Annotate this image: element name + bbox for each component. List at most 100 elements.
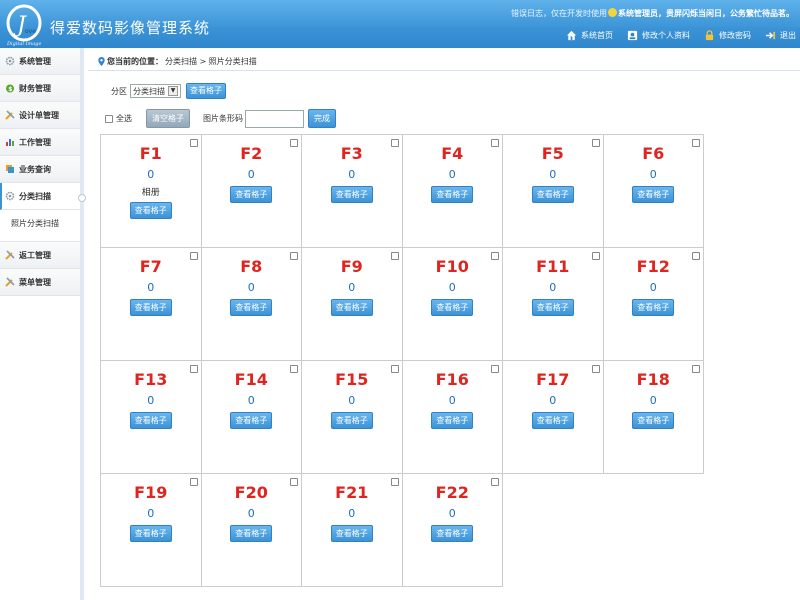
- sidebar-item-scan[interactable]: 分类扫描: [0, 183, 80, 210]
- view-cell-button[interactable]: 查看格子: [531, 186, 574, 203]
- partition-select[interactable]: 分类扫描 ▼: [130, 84, 181, 98]
- cell-count: 0: [348, 507, 356, 520]
- view-cell-button[interactable]: 查看格子: [431, 186, 474, 203]
- sidebar-item-design[interactable]: 设计单管理: [0, 102, 80, 129]
- smile-icon: [608, 8, 617, 17]
- cell-name: F11: [536, 257, 570, 276]
- sidebar-item-label: 设计单管理: [19, 110, 59, 120]
- sidebar-item-finance[interactable]: $ 财务管理: [0, 75, 80, 102]
- main-content: 您当前的位置： 分类扫描 > 照片分类扫描 分区 分类扫描 ▼ 查看格子 全选 …: [88, 48, 800, 600]
- cell-count: 0: [448, 394, 456, 407]
- grid-cell: F20 0 查看格子: [201, 474, 302, 587]
- sidebar-item-label: 菜单管理: [19, 277, 51, 287]
- view-cell-button[interactable]: 查看格子: [330, 412, 373, 429]
- barcode-input[interactable]: [245, 109, 304, 128]
- grid-cell: F14 0 查看格子: [201, 361, 302, 474]
- profile-link[interactable]: 修改个人资料: [627, 30, 690, 41]
- view-cell-button[interactable]: 查看格子: [330, 525, 373, 542]
- cell-count: 0: [549, 281, 557, 294]
- view-cell-button[interactable]: 查看格子: [531, 299, 574, 316]
- view-cell-button[interactable]: 查看格子: [230, 299, 273, 316]
- view-cell-button[interactable]: 查看格子: [230, 525, 273, 542]
- welcome-text: 错误日志，仅在开发时使用 系统管理员，贵屏闪烁当闲日，公务繁忙待品茗。: [511, 8, 794, 19]
- select-all-checkbox[interactable]: [105, 114, 113, 123]
- grid-cell: F2 0 查看格子: [201, 135, 302, 248]
- cell-name: F22: [435, 483, 469, 502]
- cell-count: 0: [247, 394, 255, 407]
- cell-name: F21: [335, 483, 369, 502]
- view-partition-button[interactable]: 查看格子: [186, 83, 226, 99]
- cell-name: F13: [134, 370, 168, 389]
- cell-name: F16: [435, 370, 469, 389]
- tools-icon: [5, 250, 15, 260]
- welcome-user: 系统管理员，贵屏闪烁当闲日，公务繁忙待品茗。: [618, 9, 794, 18]
- cell-count: 0: [147, 394, 155, 407]
- sidebar-item-query[interactable]: 业务查询: [0, 156, 80, 183]
- svg-text:Digital Image: Digital Image: [6, 41, 41, 47]
- view-cell-button[interactable]: 查看格子: [632, 299, 675, 316]
- cell-count: 0: [348, 168, 356, 181]
- barcode-label: 图片条形码: [203, 114, 243, 123]
- cell-count: 0: [348, 281, 356, 294]
- cell-count: 0: [448, 507, 456, 520]
- logout-link[interactable]: 退出: [765, 30, 796, 41]
- sidebar-item-menu[interactable]: 菜单管理: [0, 269, 80, 296]
- grid-cell: F22 0 查看格子: [402, 474, 503, 587]
- sidebar-item-work[interactable]: 工作管理: [0, 129, 80, 156]
- view-cell-button[interactable]: 查看格子: [129, 412, 172, 429]
- money-icon: $: [6, 84, 14, 93]
- grid-cell: F6 0 查看格子: [603, 135, 704, 248]
- view-cell-button[interactable]: 查看格子: [431, 525, 474, 542]
- grid-cell: F16 0 查看格子: [402, 361, 503, 474]
- divider: [88, 70, 800, 71]
- cell-count: 0: [549, 168, 557, 181]
- clear-grid-button[interactable]: 清空格子: [146, 109, 190, 128]
- view-cell-button[interactable]: 查看格子: [129, 202, 172, 219]
- sidebar-item-system[interactable]: 系统管理: [0, 48, 80, 75]
- view-cell-button[interactable]: 查看格子: [330, 186, 373, 203]
- breadcrumb-label: 您当前的位置：: [107, 57, 163, 66]
- cell-count: 0: [247, 507, 255, 520]
- grid-cell: F5 0 查看格子: [503, 135, 604, 248]
- action-row: 全选 清空格子 图片条形码 完成: [105, 109, 336, 128]
- cell-name: F18: [636, 370, 670, 389]
- view-cell-button[interactable]: 查看格子: [632, 186, 675, 203]
- tools-icon: [5, 110, 15, 120]
- sidebar-item-rework[interactable]: 返工管理: [0, 242, 80, 269]
- cell-count: 0: [147, 168, 155, 181]
- view-cell-button[interactable]: 查看格子: [230, 186, 273, 203]
- sidebar-subitem-photo-scan[interactable]: 照片分类扫描: [0, 210, 80, 242]
- view-cell-button[interactable]: 查看格子: [330, 299, 373, 316]
- sidebar-item-label: 分类扫描: [19, 191, 51, 201]
- svg-text:ove: ove: [25, 28, 36, 35]
- grid-cell: F12 0 查看格子: [603, 248, 704, 361]
- view-cell-button[interactable]: 查看格子: [431, 299, 474, 316]
- done-button[interactable]: 完成: [308, 109, 336, 128]
- view-cell-button[interactable]: 查看格子: [129, 299, 172, 316]
- password-link[interactable]: 修改密码: [704, 30, 751, 41]
- view-cell-button[interactable]: 查看格子: [129, 525, 172, 542]
- grid-cell: F10 0 查看格子: [402, 248, 503, 361]
- cell-count: 0: [348, 394, 356, 407]
- sidebar-collapse-handle[interactable]: [78, 194, 86, 202]
- view-cell-button[interactable]: 查看格子: [531, 412, 574, 429]
- chevron-down-icon: ▼: [168, 86, 178, 96]
- cell-name: F12: [636, 257, 670, 276]
- view-cell-button[interactable]: 查看格子: [632, 412, 675, 429]
- cell-name: F15: [335, 370, 369, 389]
- sidebar-item-label: 财务管理: [19, 83, 51, 93]
- view-cell-button[interactable]: 查看格子: [230, 412, 273, 429]
- search-icon: [6, 165, 14, 173]
- cell-name: F4: [441, 144, 464, 163]
- top-links: 系统首页 修改个人资料 修改密码 退出: [566, 30, 796, 41]
- cell-name: F10: [435, 257, 469, 276]
- cell-count: 0: [147, 507, 155, 520]
- cell-count: 0: [147, 281, 155, 294]
- view-cell-button[interactable]: 查看格子: [431, 412, 474, 429]
- home-link[interactable]: 系统首页: [566, 30, 613, 41]
- partition-select-value: 分类扫描: [133, 86, 165, 96]
- gear-icon: [5, 191, 15, 201]
- cell-count: 0: [247, 168, 255, 181]
- cell-name: F9: [340, 257, 363, 276]
- password-link-label: 修改密码: [719, 31, 751, 40]
